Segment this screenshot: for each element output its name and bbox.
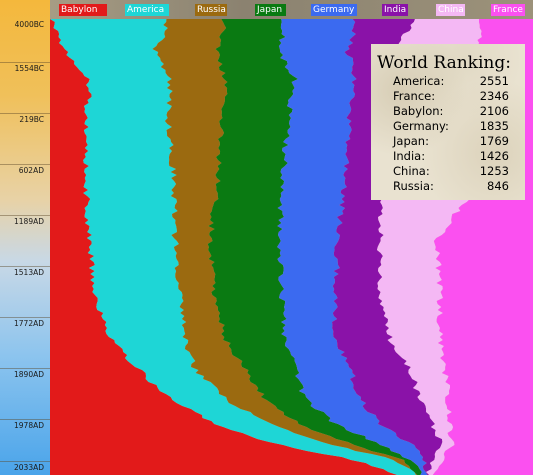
legend-russia: Russia [195, 4, 227, 16]
ranking-score: 2551 [479, 74, 509, 88]
ranking-row: Babylon: 2106 [377, 104, 515, 119]
ranking-civ-name: China: [393, 164, 430, 178]
timeline-tick [0, 215, 50, 216]
ranking-score: 2346 [479, 89, 509, 103]
timeline-date: 2033AD [14, 463, 44, 472]
ranking-civ-name: Babylon: [393, 104, 444, 118]
timeline-date: 1890AD [14, 370, 44, 379]
timeline-date: 1978AD [14, 421, 44, 430]
ranking-score: 1253 [479, 164, 509, 178]
ranking-civ-name: America: [393, 74, 445, 88]
ranking-score: 1426 [479, 149, 509, 163]
ranking-civ-name: Japan: [393, 134, 429, 148]
timeline-tick [0, 419, 50, 420]
ranking-row: Germany: 1835 [377, 119, 515, 134]
timeline-axis: 4000BC 1554BC 219BC 602AD 1189AD 1513AD 1772AD… [0, 0, 50, 475]
ranking-row: France: 2346 [377, 89, 515, 104]
ranking-score: 846 [487, 179, 509, 193]
timeline-date: 219BC [19, 115, 44, 124]
timeline-tick [0, 461, 50, 462]
ranking-civ-name: Germany: [393, 119, 449, 133]
timeline-tick [0, 368, 50, 369]
legend-germany: Germany [311, 4, 357, 16]
timeline-tick [0, 113, 50, 114]
timeline-tick [0, 62, 50, 63]
legend-china: China [436, 4, 465, 16]
legend-japan: Japan [255, 4, 286, 16]
world-ranking-panel: World Ranking: America: 2551 France: 2346 Ba… [371, 44, 525, 200]
timeline-date: 602AD [18, 166, 44, 175]
legend-america: America [125, 4, 169, 16]
legend-babylon: Babylon [59, 4, 107, 16]
civilization-legend: Babylon America Russia Japan Germany India Chi… [50, 0, 533, 19]
ranking-row: India: 1426 [377, 149, 515, 164]
timeline-tick [0, 266, 50, 267]
timeline-date: 1772AD [14, 319, 44, 328]
ranking-civ-name: India: [393, 149, 426, 163]
timeline-date: 1554BC [14, 64, 44, 73]
timeline-date: 1189AD [14, 217, 44, 226]
ranking-list: America: 2551 France: 2346 Babylon: 2106 Germa… [377, 74, 515, 194]
ranking-row: Japan: 1769 [377, 134, 515, 149]
ranking-civ-name: Russia: [393, 179, 434, 193]
legend-france: France [491, 4, 525, 16]
ranking-row: America: 2551 [377, 74, 515, 89]
power-graph-screen: 4000BC 1554BC 219BC 602AD 1189AD 1513AD 1772AD… [0, 0, 533, 475]
timeline-tick [0, 317, 50, 318]
ranking-score: 2106 [479, 104, 509, 118]
timeline-tick [0, 164, 50, 165]
ranking-row: China: 1253 [377, 164, 515, 179]
ranking-row: Russia: 846 [377, 179, 515, 194]
world-ranking-title: World Ranking: [377, 53, 511, 73]
ranking-score: 1835 [479, 119, 509, 133]
legend-india: India [382, 4, 408, 16]
timeline-date: 4000BC [14, 20, 44, 29]
timeline-date: 1513AD [14, 268, 44, 277]
ranking-score: 1769 [479, 134, 509, 148]
ranking-civ-name: France: [393, 89, 436, 103]
